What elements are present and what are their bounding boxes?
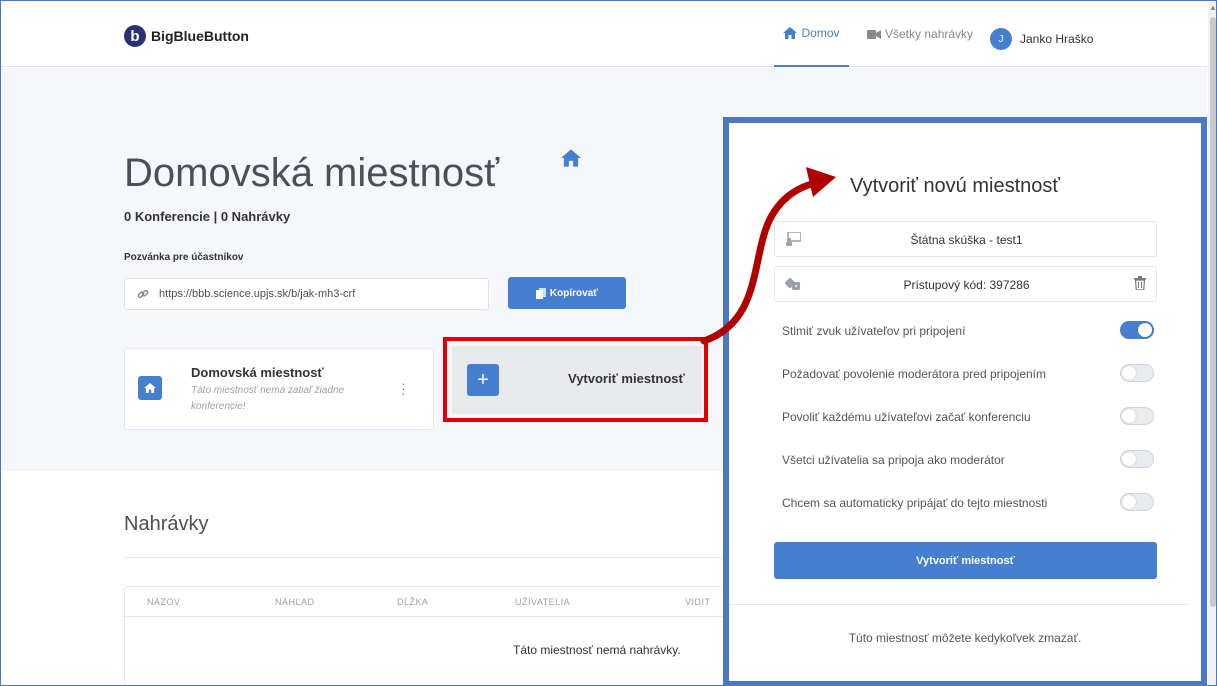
scrollbar-thumb[interactable] <box>1210 17 1216 607</box>
option-require-moderator-label: Požadovať povolenie moderátora pred prip… <box>782 367 1046 381</box>
user-menu[interactable]: J Janko Hraško <box>990 28 1093 50</box>
modal-title: Vytvoriť novú miestnosť <box>850 175 1060 197</box>
invite-url-text: https://bbb.science.upjs.sk/b/jak-mh3-cr… <box>159 288 356 300</box>
option-all-moderators-label: Všetci užívatelia sa pripoja ako moderát… <box>782 453 1005 467</box>
option-mute-on-join-label: Stlmiť zvuk užívateľov pri pripojení <box>782 324 966 338</box>
room-card-title: Domovská miestnosť <box>191 365 324 380</box>
nav-recordings-label: Všetky nahrávky <box>885 27 974 41</box>
user-avatar: J <box>990 28 1012 50</box>
room-name-value: Štátna skúška - test1 <box>910 233 1023 247</box>
column-header-length[interactable]: DĹŽKA <box>397 597 429 607</box>
top-navbar: b BigBlueButton Domov Všetky nahrávky J … <box>1 1 1207 67</box>
copy-button[interactable]: Kopírovať <box>508 277 626 309</box>
column-header-visibility[interactable]: VIDIT <box>685 597 711 607</box>
link-icon <box>137 289 149 299</box>
room-card-home-icon <box>138 376 162 400</box>
room-card-subtitle: Táto miestnosť nemá zatiaľ žiadne konfer… <box>191 385 345 412</box>
room-card-home[interactable]: Domovská miestnosť Táto miestnosť nemá z… <box>124 348 434 430</box>
highlight-box <box>443 337 708 422</box>
bbb-logo[interactable]: b BigBlueButton <box>124 25 249 47</box>
logo-text: BigBlueButton <box>151 28 249 44</box>
user-name: Janko Hraško <box>1020 32 1094 46</box>
column-header-name[interactable]: NÁZOV <box>147 597 181 607</box>
option-anyone-start-label: Povoliť každému užívateľovi začať konfer… <box>782 410 1031 424</box>
toggle-all-moderators[interactable] <box>1120 450 1154 468</box>
video-camera-icon <box>867 29 881 39</box>
divider <box>729 604 1189 605</box>
home-icon <box>783 27 798 39</box>
create-room-submit-button[interactable]: Vytvoriť miestnosť <box>774 542 1157 579</box>
toggle-require-moderator[interactable] <box>1120 364 1154 382</box>
trash-icon[interactable] <box>1134 276 1146 290</box>
divider <box>125 616 725 617</box>
logo-icon: b <box>124 25 146 47</box>
column-header-thumbnail[interactable]: NÁHĽAD <box>275 597 315 607</box>
option-auto-join-label: Chcem sa automaticky pripájať do tejto m… <box>782 496 1048 510</box>
nav-recordings-link[interactable]: Všetky nahrávky <box>867 1 973 67</box>
toggle-auto-join[interactable] <box>1120 493 1154 511</box>
toggle-mute-on-join[interactable] <box>1120 321 1154 339</box>
invite-url-field[interactable]: https://bbb.science.upjs.sk/b/jak-mh3-cr… <box>124 278 489 310</box>
more-options-icon[interactable]: · · · <box>401 376 406 400</box>
recordings-title: Nahrávky <box>124 513 209 535</box>
home-icon <box>144 383 156 393</box>
recordings-table: NÁZOV NÁHĽAD DĹŽKA UŽÍVATELIA VIDIT Táto… <box>124 586 725 685</box>
copy-button-label: Kopírovať <box>549 287 599 299</box>
access-code-field[interactable]: Prístupový kód: 397286 <box>774 266 1157 302</box>
invite-label: Pozvánka pre účastníkov <box>124 252 244 263</box>
copy-icon <box>535 287 546 299</box>
page-frame: b BigBlueButton Domov Všetky nahrávky J … <box>0 0 1217 686</box>
modal-footer-note: Túto miestnosť môžete kedykoľvek zmazať. <box>848 631 1082 645</box>
recordings-empty-message: Táto miestnosť nemá nahrávky. <box>513 643 681 657</box>
page-title: Domovská miestnosť <box>124 151 500 195</box>
toggle-anyone-start[interactable] <box>1120 407 1154 425</box>
column-header-users[interactable]: UŽÍVATELIA <box>515 597 570 607</box>
access-code-value: Prístupový kód: 397286 <box>903 278 1030 292</box>
create-room-modal: Vytvoriť novú miestnosť Štátna skúška - … <box>723 117 1207 685</box>
home-icon <box>561 149 581 167</box>
divider <box>124 557 724 558</box>
nav-home-label: Domov <box>801 26 840 40</box>
scroll-up-icon[interactable]: ▲ <box>1209 3 1216 12</box>
nav-home-link[interactable]: Domov <box>774 1 849 67</box>
room-stats: 0 Konferencie | 0 Nahrávky <box>124 209 291 224</box>
room-name-input[interactable]: Štátna skúška - test1 <box>774 221 1157 257</box>
